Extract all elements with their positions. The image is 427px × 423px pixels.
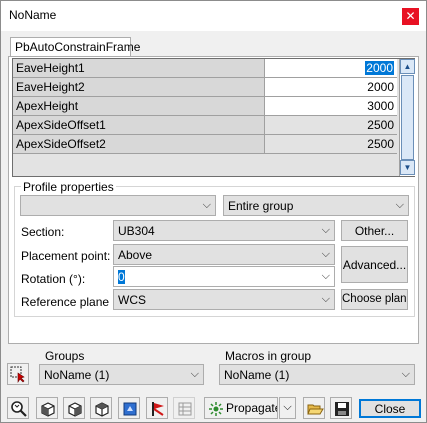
grid-row[interactable]: ApexSideOffset2 2500 [13, 135, 397, 154]
select-cursor-icon [10, 366, 25, 383]
groups-combo[interactable]: NoName (1) ⌵ [39, 364, 204, 385]
macros-in-group-label: Macros in group [225, 349, 312, 363]
grid-row-value[interactable]: 3000 [265, 97, 397, 115]
chevron-down-icon: ⌵ [283, 401, 292, 413]
propagate-button[interactable]: Propagate [204, 397, 278, 419]
grid-row[interactable]: ApexSideOffset1 2500 [13, 116, 397, 135]
chevron-down-icon: ⌵ [202, 199, 211, 211]
grid-row-value[interactable]: 2500 [265, 116, 397, 134]
scroll-up-icon[interactable]: ▲ [400, 59, 415, 74]
chevron-down-icon: ⌵ [190, 368, 199, 380]
grid-row-name: EaveHeight1 [13, 59, 265, 77]
grid-row-value[interactable]: 2500 [265, 135, 397, 153]
title-bar: NoName ✕ [1, 1, 426, 31]
propagate-icon [209, 402, 223, 416]
view-cube-1-button[interactable] [36, 397, 58, 419]
scrollbar-thumb[interactable] [401, 75, 414, 160]
grid-row-name: ApexSideOffset2 [13, 135, 265, 153]
table-button[interactable] [173, 397, 195, 419]
grid-row-name: ApexHeight [13, 97, 265, 115]
scope-combo[interactable]: Entire group ⌵ [223, 195, 409, 216]
groups-label: Groups [45, 349, 85, 363]
profile-combo[interactable]: ⌵ [20, 195, 216, 216]
other-button[interactable]: Other... [341, 220, 408, 241]
red-flag-button[interactable] [146, 397, 168, 419]
grid-scrollbar[interactable]: ▲ ▼ [399, 59, 415, 176]
select-macro-button[interactable] [7, 363, 29, 385]
reference-plane-label: Reference plane [21, 295, 110, 309]
section-label: Section: [21, 225, 65, 239]
tab-pbautoconstrainframe[interactable]: PbAutoConstrainFrame [10, 37, 140, 57]
blue-box-icon [123, 402, 137, 416]
zoom-icon [11, 401, 27, 417]
grid-row-value[interactable]: 2000 [265, 59, 397, 77]
choose-plane-button[interactable]: Choose plane [341, 289, 408, 310]
chevron-down-icon: ⌵ [321, 270, 330, 282]
chevron-down-icon: ⌵ [321, 248, 330, 260]
view-cube-2-button[interactable] [63, 397, 85, 419]
parameter-grid[interactable]: EaveHeight1 2000 EaveHeight2 2000 ApexHe… [12, 58, 415, 177]
cube-3-icon [95, 402, 109, 417]
red-flag-icon [152, 402, 164, 416]
grid-row-value[interactable]: 2000 [265, 78, 397, 96]
dialog-window: NoName ✕ PbAutoConstrainFrame EaveHeight… [0, 0, 427, 423]
close-window-button[interactable]: ✕ [402, 8, 419, 25]
save-button[interactable] [330, 397, 352, 419]
advanced-button[interactable]: Advanced... [341, 246, 408, 283]
profile-properties-title: Profile properties [21, 180, 116, 194]
open-button[interactable] [303, 397, 325, 419]
grid-row[interactable]: EaveHeight1 2000 [13, 59, 397, 78]
placement-combo[interactable]: Above ⌵ [113, 244, 335, 265]
propagate-dropdown-button[interactable]: ⌵ [279, 397, 296, 419]
grid-row-name: EaveHeight2 [13, 78, 265, 96]
table-icon [178, 402, 192, 416]
chevron-down-icon: ⌵ [395, 199, 404, 211]
chevron-down-icon: ⌵ [321, 224, 330, 236]
cube-1-icon [41, 402, 55, 417]
view-cube-3-button[interactable] [90, 397, 112, 419]
close-button[interactable]: Close [359, 399, 421, 418]
placement-label: Placement point: [21, 249, 111, 263]
chevron-down-icon: ⌵ [321, 293, 330, 305]
rotation-label: Rotation (°): [21, 272, 86, 286]
chevron-down-icon: ⌵ [401, 368, 410, 380]
window-title: NoName [9, 8, 57, 22]
grid-row[interactable]: ApexHeight 3000 [13, 97, 397, 116]
cube-2-icon [68, 402, 82, 417]
macros-combo[interactable]: NoName (1) ⌵ [219, 364, 415, 385]
folder-open-icon [307, 404, 324, 415]
section-combo[interactable]: UB304 ⌵ [113, 220, 335, 241]
rotation-combo[interactable]: 0 ⌵ [113, 266, 335, 287]
save-icon [335, 402, 349, 416]
scroll-down-icon[interactable]: ▼ [400, 160, 415, 175]
blue-box-button[interactable] [118, 397, 140, 419]
zoom-button[interactable] [7, 397, 29, 419]
reference-plane-combo[interactable]: WCS ⌵ [113, 289, 335, 310]
grid-row[interactable]: EaveHeight2 2000 [13, 78, 397, 97]
grid-row-name: ApexSideOffset1 [13, 116, 265, 134]
